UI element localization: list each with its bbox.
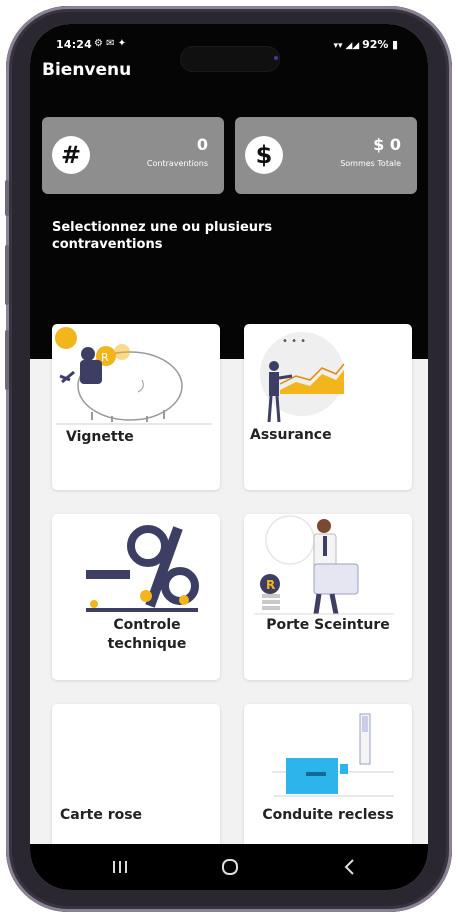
battery-level: 92%	[362, 38, 389, 51]
signal-icon: ▾▾ ◢◢	[333, 41, 363, 51]
growth-chart-illustration: • • •	[260, 332, 345, 423]
back-icon	[344, 859, 354, 875]
violations-count-card: # 0 Contraventions	[42, 117, 224, 194]
category-label: Controle technique	[107, 617, 187, 652]
total-amount-card: $ $ 0 Sommes Totale	[235, 117, 417, 194]
status-icons: ▾▾ ◢◢ 92% ▮	[333, 38, 398, 51]
category-label: Vignette	[66, 429, 134, 445]
category-tile-vignette[interactable]: R Vignette	[52, 324, 220, 490]
home-button[interactable]	[200, 844, 260, 890]
home-icon	[222, 859, 238, 875]
category-label: Porte Sceinture	[266, 617, 390, 633]
person-with-card-illustration: R	[254, 515, 394, 615]
selection-prompt: Selectionnez une ou plusieurs contravent…	[52, 220, 273, 252]
category-tile-porte-sceinture[interactable]: R Porte Sceinture	[244, 514, 412, 680]
front-camera-cutout	[180, 46, 280, 72]
side-button-top	[5, 180, 9, 216]
notification-icons: ⚙ ✉ ✦	[94, 38, 127, 49]
side-button-middle	[5, 245, 9, 305]
percent-illustration	[86, 525, 199, 612]
svg-text:R: R	[101, 351, 109, 364]
status-time: 14:24	[56, 38, 93, 51]
violations-count-label: Contraventions	[146, 159, 208, 168]
category-label: Conduite recless	[262, 807, 394, 823]
total-amount-label: Sommes Totale	[340, 159, 401, 168]
system-navigation-bar	[30, 844, 428, 890]
page-title: Bienvenu	[42, 60, 132, 80]
app-screen: 14:24 ⚙ ✉ ✦ ▾▾ ◢◢ 92% ▮ Bienvenu # 0 Con…	[30, 24, 428, 890]
recent-apps-icon	[113, 861, 127, 873]
side-button-bottom	[5, 330, 9, 390]
category-tile-controle-technique[interactable]: Controle technique	[52, 514, 220, 680]
payment-terminal-illustration	[272, 713, 394, 797]
recent-apps-button[interactable]	[90, 844, 150, 890]
back-button[interactable]	[320, 844, 380, 890]
category-label: Assurance	[250, 427, 332, 443]
violations-count-value: 0	[196, 135, 208, 154]
battery-icon: ▮	[391, 38, 398, 51]
camera-lens	[274, 56, 278, 60]
svg-text:• • •: • • •	[282, 336, 306, 347]
category-label: Carte rose	[60, 807, 143, 823]
dollar-icon: $	[245, 136, 283, 174]
total-amount-value: $ 0	[373, 135, 401, 154]
piggy-bank-illustration: R	[55, 327, 212, 425]
svg-text:R: R	[266, 578, 275, 592]
hash-icon: #	[52, 136, 90, 174]
category-tile-assurance[interactable]: • • • Assurance	[244, 324, 412, 490]
